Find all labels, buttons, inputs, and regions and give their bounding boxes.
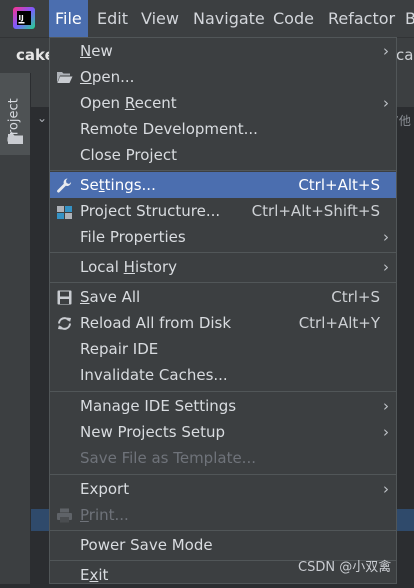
menu-item-shortcut: Ctrl+Alt+Y [298, 314, 380, 332]
menu-code[interactable]: Code [267, 0, 320, 37]
menu-item-label: New [80, 42, 113, 60]
menu-item-new[interactable]: New › [50, 38, 396, 64]
menu-refactor[interactable]: Refactor [322, 0, 401, 37]
menu-item-label: File Properties [80, 228, 186, 246]
menu-item-save-all[interactable]: Save All Ctrl+S [50, 284, 396, 310]
menu-item-open[interactable]: Open... [50, 64, 396, 90]
wrench-icon [57, 178, 72, 193]
menu-build[interactable]: B [399, 0, 414, 37]
chevron-right-icon: › [383, 42, 389, 60]
menu-item-label: Power Save Mode [80, 536, 213, 554]
menu-item-settings[interactable]: Settings... Ctrl+Alt+S [50, 172, 396, 198]
menu-item-project-structure[interactable]: Project Structure... Ctrl+Alt+Shift+S [50, 198, 396, 224]
menu-item-label: Repair IDE [80, 340, 159, 358]
menu-item-label: Close Project [80, 146, 177, 164]
menu-item-power-save-mode[interactable]: Power Save Mode [50, 532, 396, 558]
menu-item-repair-ide[interactable]: Repair IDE [50, 336, 396, 362]
svg-text:IJ: IJ [19, 14, 24, 22]
menu-bar: IJ File Edit View Navigate Code Refactor… [0, 0, 414, 37]
menu-item-manage-ide-settings[interactable]: Manage IDE Settings › [50, 393, 396, 419]
menu-item-label: Settings... [80, 176, 156, 194]
menu-item-label: Remote Development... [80, 120, 258, 138]
menu-item-save-file-as-template: Save File as Template... [50, 445, 396, 471]
menu-separator [50, 170, 396, 171]
watermark: CSDN @小双禽 [298, 560, 392, 575]
menu-item-label: Project Structure... [80, 202, 221, 220]
menu-item-label: Save File as Template... [80, 449, 256, 467]
chevron-right-icon: › [383, 228, 389, 246]
menu-separator [50, 530, 396, 531]
menu-item-shortcut: Ctrl+Alt+Shift+S [251, 202, 380, 220]
menu-edit[interactable]: Edit [91, 0, 134, 37]
menu-separator [50, 474, 396, 475]
menu-item-export[interactable]: Export › [50, 476, 396, 502]
menu-navigate[interactable]: Navigate [187, 0, 271, 37]
menu-item-reload-all[interactable]: Reload All from Disk Ctrl+Alt+Y [50, 310, 396, 336]
menu-separator [50, 252, 396, 253]
menu-item-label: Exit [80, 566, 109, 584]
menu-item-print: Print... [50, 502, 396, 528]
app-logo-icon[interactable]: IJ [13, 7, 35, 29]
menu-item-shortcut: Ctrl+Alt+S [298, 176, 380, 194]
menu-item-label: Save All [80, 288, 141, 306]
toolbar-right-label: ca [396, 46, 414, 64]
menu-view[interactable]: View [135, 0, 185, 37]
menu-item-label: New Projects Setup [80, 423, 226, 441]
chevron-right-icon: › [383, 258, 389, 276]
file-menu-dropdown: New › Open... Open Recent › Remote Devel… [49, 37, 397, 584]
chevron-right-icon: › [383, 94, 389, 112]
menu-item-close-project[interactable]: Close Project [50, 142, 396, 168]
chevron-right-icon: › [383, 423, 389, 441]
folder-icon [8, 134, 23, 144]
menu-item-label: Local History [80, 258, 178, 276]
chevron-right-icon: › [383, 397, 389, 415]
save-icon [57, 290, 72, 305]
menu-item-label: Invalidate Caches... [80, 366, 228, 384]
reload-icon [58, 317, 71, 330]
menu-item-file-properties[interactable]: File Properties › [50, 224, 396, 250]
menu-file[interactable]: File [49, 0, 88, 37]
menu-item-label: Reload All from Disk [80, 314, 232, 332]
menu-separator [50, 282, 396, 283]
menu-item-label: Print... [80, 506, 129, 524]
project-structure-icon [57, 206, 72, 219]
menu-item-remote-development[interactable]: Remote Development... [50, 116, 396, 142]
project-tool-tab[interactable]: Project [0, 73, 30, 155]
menu-item-invalidate-caches[interactable]: Invalidate Caches... [50, 362, 396, 388]
background-text: ’他 [395, 114, 411, 128]
menu-item-label: Open... [80, 68, 135, 86]
menu-item-label: Export [80, 480, 130, 498]
menu-item-label: Manage IDE Settings [80, 397, 237, 415]
printer-icon [57, 508, 72, 523]
tool-window-strip: Project [0, 73, 31, 584]
menu-separator [50, 391, 396, 392]
menu-item-label: Open Recent [80, 94, 177, 112]
menu-item-open-recent[interactable]: Open Recent › [50, 90, 396, 116]
menu-item-shortcut: Ctrl+S [331, 288, 380, 306]
folder-open-icon [57, 72, 73, 83]
menu-item-local-history[interactable]: Local History › [50, 254, 396, 280]
chevron-right-icon: › [383, 480, 389, 498]
chevron-down-icon[interactable]: ⌄ [37, 111, 47, 125]
menu-item-new-projects-setup[interactable]: New Projects Setup › [50, 419, 396, 445]
